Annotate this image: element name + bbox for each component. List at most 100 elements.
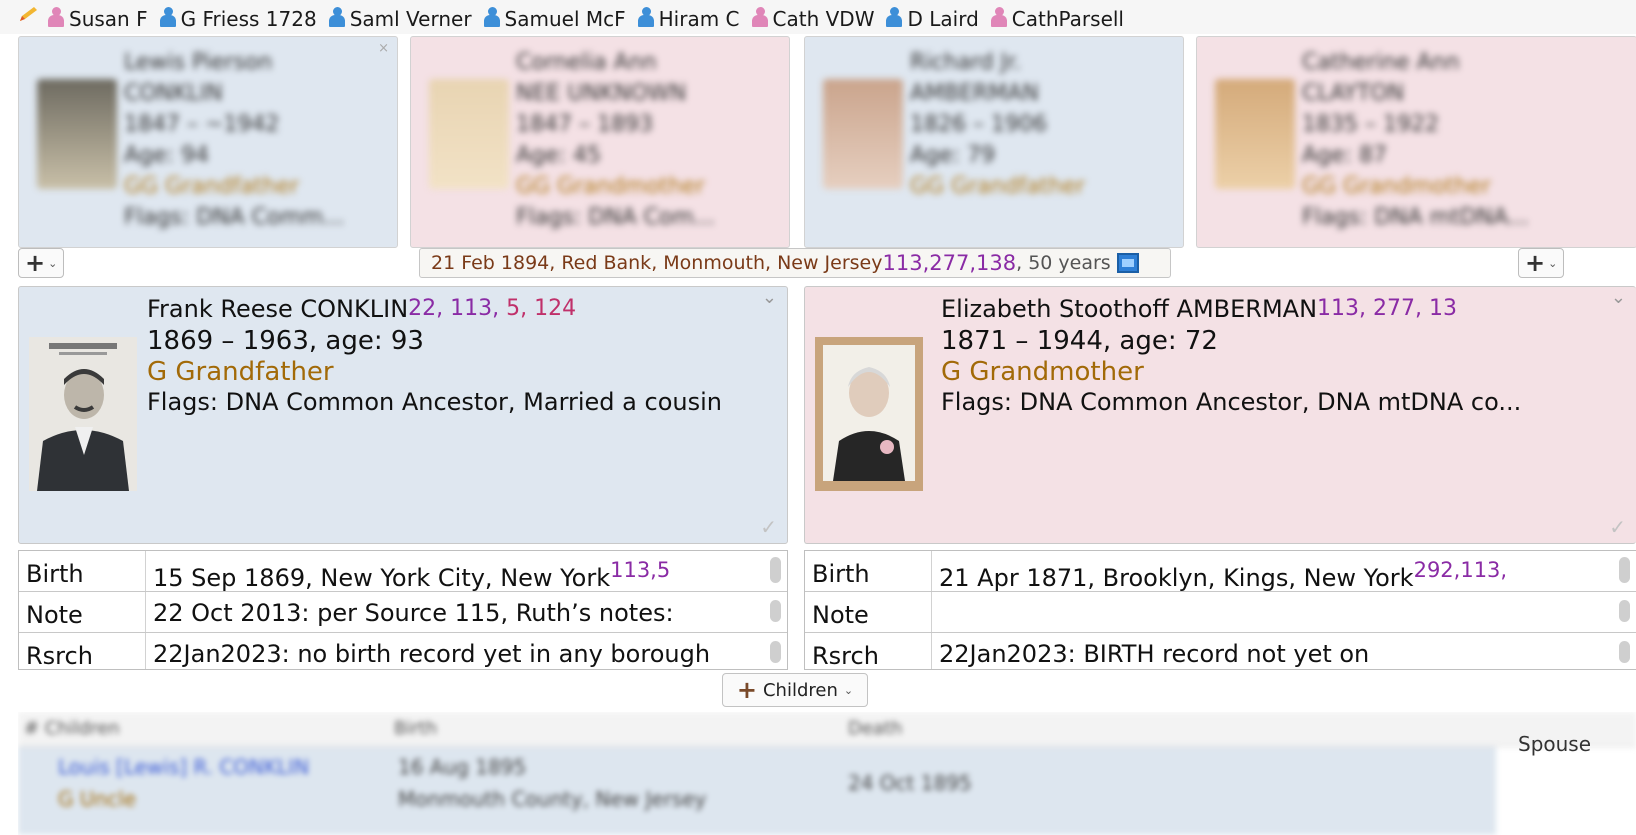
bookmark-item[interactable]: Cath VDW [751,7,874,31]
scrollbar[interactable] [1619,641,1630,663]
wife-citations[interactable]: 113, 277, 13 [1317,296,1457,321]
husband-photo[interactable] [29,337,137,491]
male-person-icon [483,7,500,27]
fact-value: 22 Oct 2013: per Source 115, Ruth’s note… [153,599,674,627]
parent-photo [429,79,509,189]
male-person-icon [328,7,345,27]
add-wife-parents-button[interactable]: + ⌄ [1518,248,1565,278]
fact-citations[interactable]: 292,113, [1414,558,1508,582]
bookmark-label: CathParsell [1011,7,1124,31]
female-person-icon [990,7,1007,27]
scrollbar[interactable] [1619,557,1630,583]
column-header[interactable]: Birth [394,718,437,739]
parent-age: Age: 45 [516,143,601,168]
bookmark-item[interactable]: G Friess 1728 [159,7,317,31]
scrollbar[interactable] [1619,600,1630,622]
fact-label: Birth [26,560,84,588]
bookmark-item[interactable]: Hiram C [637,7,740,31]
chevron-down-icon: ⌄ [1548,256,1558,270]
scrollbar[interactable] [770,600,781,622]
fact-row-research[interactable]: Rsrch 22Jan2023: no birth record yet in a… [19,633,787,669]
parent-flags: Flags: DNA mtDNA... [1302,205,1529,230]
parent-relationship: GG Grandmother [1302,174,1491,199]
marriage-citations[interactable]: 113,277,138 [883,251,1017,275]
parent-card-wife-mother[interactable]: Catherine Ann CLAYTON 1835 – 1922 Age: 8… [1196,36,1636,248]
person-name-text: Frank Reese CONKLIN [147,295,409,323]
column-header[interactable]: Spouse [1518,732,1591,756]
fact-row-note[interactable]: Note 22 Oct 2013: per Source 115, Ruth’s … [19,592,787,633]
fact-row-note[interactable]: Note [805,592,1636,633]
parent-flags: Flags: DNA Com... [516,205,715,230]
bookmark-label: Susan F [69,7,148,31]
wife-card[interactable]: Elizabeth Stoothoff AMBERMAN113, 277, 13… [804,286,1636,544]
parent-given-name: Lewis Pierson [124,50,273,75]
bookmark-item[interactable]: Samuel McF [483,7,626,31]
fact-value: 22Jan2023: BIRTH record not yet on [939,640,1370,668]
parent-surname: AMBERMAN [910,81,1039,106]
parent-card-husband-father[interactable]: Lewis Pierson CONKLIN 1847 – ~1942 Age: … [18,36,398,248]
children-button-label: Children [762,679,838,701]
wife-name[interactable]: Elizabeth Stoothoff AMBERMAN113, 277, 13 [941,295,1457,323]
edit-pencil-icon[interactable] [18,6,40,22]
child-birth-place: Monmouth County, New Jersey [398,787,707,811]
parent-photo [823,79,903,189]
parent-surname: NEE UNKNOWN [516,81,687,106]
scrollbar[interactable] [770,557,781,583]
male-person-icon [637,7,654,27]
parent-dates: 1847 – 1893 [516,112,653,137]
husband-card[interactable]: Frank Reese CONKLIN22, 113, 5, 124 1869 … [18,286,788,544]
add-children-button[interactable]: + Children ⌄ [722,673,868,707]
table-row[interactable]: Louis [Lewis] R. CONKLIN G Uncle 16 Aug … [18,747,1496,835]
parent-given-name: Catherine Ann [1302,50,1460,75]
scrollbar[interactable] [770,641,781,663]
parent-card-wife-father[interactable]: Richard Jr. AMBERMAN 1826 – 1906 Age: 79… [804,36,1184,248]
bookmark-item[interactable]: D Laird [886,7,979,31]
expand-icon[interactable]: × [378,41,389,56]
wife-facts-table: Birth 21 Apr 1871, Brooklyn, Kings, New Y… [804,550,1636,670]
parent-surname: CLAYTON [1302,81,1405,106]
column-header[interactable]: # Children [24,718,120,739]
fact-row-birth[interactable]: Birth 15 Sep 1869, New York City, New Yor… [19,551,787,592]
fact-citations[interactable]: 113,5 [610,558,670,582]
add-husband-parents-button[interactable]: + ⌄ [18,248,65,278]
husband-relationship: G Grandfather [147,357,334,387]
parent-given-name: Cornelia Ann [516,50,657,75]
bookmark-item[interactable]: Susan F [48,7,148,31]
chevron-down-icon[interactable]: ⌄ [1611,287,1626,308]
marriage-event[interactable]: 21 Feb 1894, Red Bank, Monmouth, New Jer… [419,248,1171,278]
wife-photo[interactable] [815,337,923,491]
column-header[interactable]: Death [848,718,902,739]
husband-dates: 1869 – 1963, age: 93 [147,326,424,356]
fact-value: 15 Sep 1869, New York City, New York113,… [153,558,671,592]
parent-given-name: Richard Jr. [910,50,1022,75]
chevron-down-icon: ⌄ [843,683,854,697]
husband-facts-table: Birth 15 Sep 1869, New York City, New Yor… [18,550,788,670]
parent-dates: 1835 – 1922 [1302,112,1439,137]
bookmark-label: D Laird [907,7,979,31]
parent-card-husband-mother[interactable]: Cornelia Ann NEE UNKNOWN 1847 – 1893 Age… [410,36,790,248]
wife-relationship: G Grandmother [941,357,1144,387]
fact-row-birth[interactable]: Birth 21 Apr 1871, Brooklyn, Kings, New Y… [805,551,1636,592]
fact-row-research[interactable]: Rsrch 22Jan2023: BIRTH record not yet on [805,633,1636,669]
child-name[interactable]: Louis [Lewis] R. CONKLIN [58,755,309,779]
parent-relationship: GG Grandfather [124,174,299,199]
fact-label: Note [26,601,83,629]
parent-dates: 1826 – 1906 [910,112,1047,137]
parent-surname: CONKLIN [124,81,223,106]
chevron-down-icon: ⌄ [48,256,58,270]
portrait-image-icon [29,337,137,491]
fact-label: Note [812,601,869,629]
bookmark-item[interactable]: Saml Verner [328,7,472,31]
chevron-down-icon[interactable]: ⌄ [762,287,777,308]
checkmark-icon: ✓ [1609,515,1626,539]
parent-photo [37,79,117,189]
person-name-text: Elizabeth Stoothoff AMBERMAN [941,295,1318,323]
husband-citations[interactable]: 22, 113, 5, 124 [408,296,576,321]
media-icon[interactable] [1116,253,1139,273]
checkmark-icon: ✓ [760,515,777,539]
parent-flags: Flags: DNA Comm... [124,205,345,230]
parent-dates: 1847 – ~1942 [124,112,280,137]
parent-age: Age: 79 [910,143,995,168]
bookmark-item[interactable]: CathParsell [990,7,1124,31]
husband-name[interactable]: Frank Reese CONKLIN22, 113, 5, 124 [147,295,576,323]
